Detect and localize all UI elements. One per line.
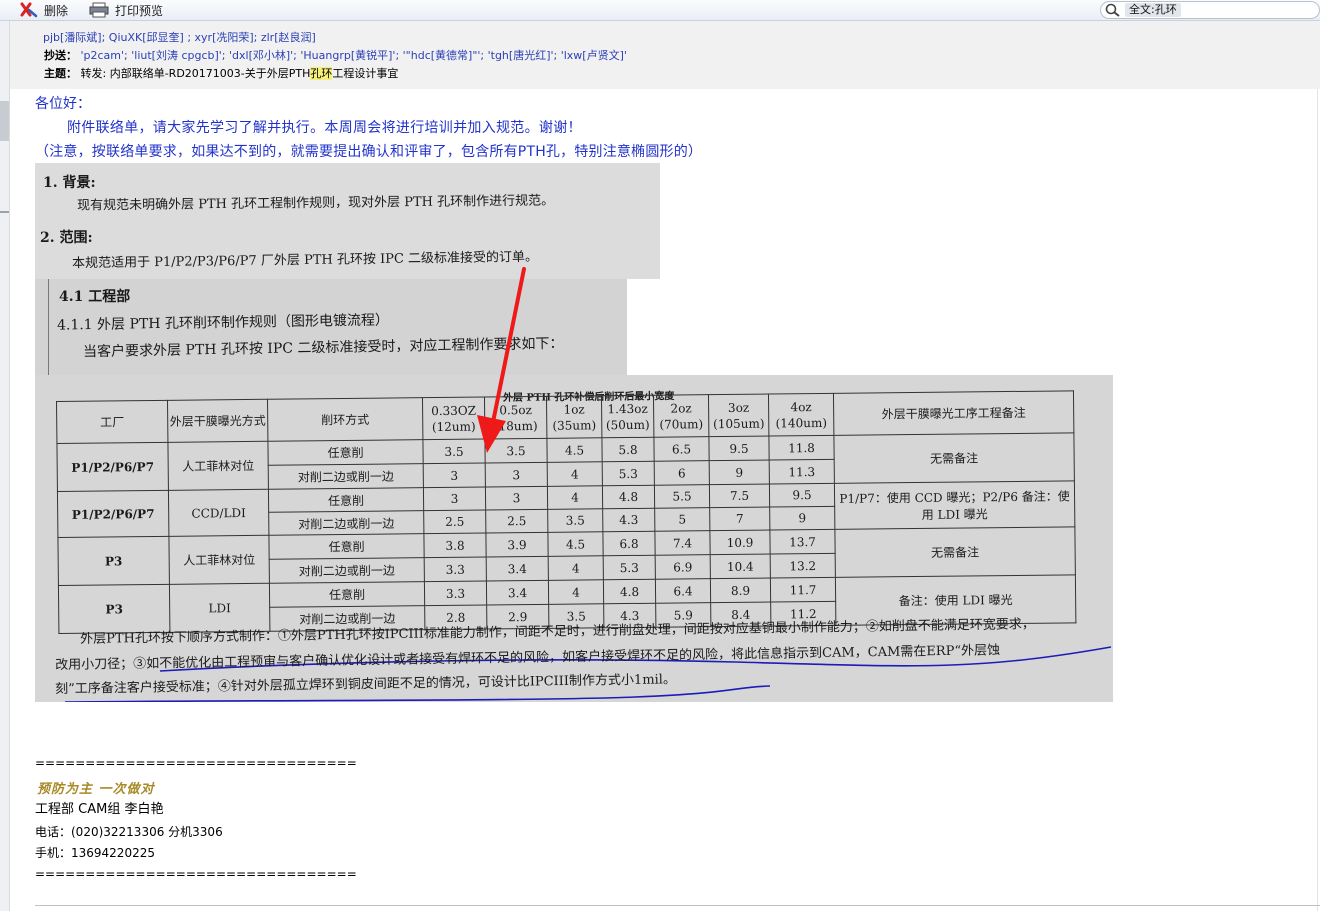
cc-recipients[interactable]: 'p2cam'; 'liut[刘涛 cpgcb]'; 'dxl[邓小林]'; '…: [81, 49, 627, 62]
section-4-1-1-heading: 4.1.1 外层 PTH 孔环削环制作规则（图形电镀流程）: [56, 312, 390, 334]
message-separator: [35, 905, 1320, 906]
cc-line: 抄送： 'p2cam'; 'liut[刘涛 cpgcb]'; 'dxl[邓小林]…: [44, 49, 627, 63]
panel-marker: [0, 211, 9, 213]
printer-icon: [89, 2, 109, 18]
delete-button[interactable]: 删除: [20, 1, 68, 19]
subject-line: 主题： 转发: 内部联络单-RD20171003-关于外层PTH孔环工程设计事宜: [44, 67, 398, 81]
body-paragraph-1: 附件联络单，请大家先学习了解并执行。本周周会将进行培训并加入规范。谢谢！: [67, 120, 582, 136]
mail-header: pjb[潘际斌]; QiuXK[邱显奎] ; xyr[冼阳荣]; zlr[赵良润…: [10, 21, 1320, 89]
red-arrow-annotation: [477, 267, 526, 453]
delete-icon: [20, 2, 38, 18]
cc-label: 抄送：: [44, 49, 77, 62]
signature-department: 工程部 CAM组 李白艳: [35, 802, 164, 817]
section-4-1-heading: 4.1 工程部: [59, 289, 131, 305]
subject-prefix: 转发: 内部联络单-RD20171003-关于外层PTH: [80, 67, 311, 80]
scan-edge: [48, 279, 49, 375]
panel-marker: [0, 101, 9, 141]
delete-label: 删除: [44, 3, 69, 18]
scanned-image-background: 1. 背景: 现有规范未明确外层 PTH 孔环工程制作规则，现对外层 PTH 孔…: [35, 163, 660, 279]
section-2-heading: 2. 范围:: [40, 230, 93, 246]
search-box[interactable]: 全文:孔环: [1100, 1, 1320, 19]
signature-divider: ================================: [35, 756, 357, 770]
signature-divider: ================================: [35, 867, 357, 881]
print-preview-label: 打印预览: [115, 3, 164, 18]
to-recipients[interactable]: pjb[潘际斌]; QiuXK[邱显奎] ; xyr[冼阳荣]; zlr[赵良润…: [43, 31, 316, 45]
left-panel-edge: [0, 21, 10, 911]
signature-mobile: 手机：13694220225: [35, 846, 155, 860]
print-preview-button[interactable]: 打印预览: [89, 1, 163, 19]
body-paragraph-2: （注意，按联络单要求，如果达不到的，就需要提出确认和评审了，包含所有PTH孔，特…: [35, 144, 703, 160]
subject-suffix: 工程设计事宜: [332, 67, 399, 80]
section-2-text: 本规范适用于 P1/P2/P3/P6/P7 厂外层 PTH 孔环按 IPC 二级…: [71, 249, 539, 272]
search-icon: [1105, 3, 1120, 17]
signature-phone: 电话：(020)32213306 分机3306: [35, 825, 223, 839]
search-query-chip[interactable]: 全文:孔环: [1125, 3, 1181, 17]
toolbar: 删除 打印预览 全文:孔环: [0, 0, 1320, 21]
subject-label: 主题：: [44, 67, 77, 80]
scanned-image-table: 外层 PTH 孔环补偿后削环后最小宽度 工厂 外层干膜曝光方式 削环方式 0.33OZ…: [35, 375, 1113, 702]
right-edge: [1317, 21, 1318, 911]
section-1-text: 现有规范未明确外层 PTH 孔环工程制作规则，现对外层 PTH 孔环制作进行规范…: [76, 193, 555, 214]
greeting: 各位好：: [35, 96, 91, 112]
section-1-heading: 1. 背景:: [43, 175, 96, 191]
subject-highlight: 孔环: [310, 67, 333, 80]
signature-motto: 预防为主 一次做对: [37, 782, 155, 797]
